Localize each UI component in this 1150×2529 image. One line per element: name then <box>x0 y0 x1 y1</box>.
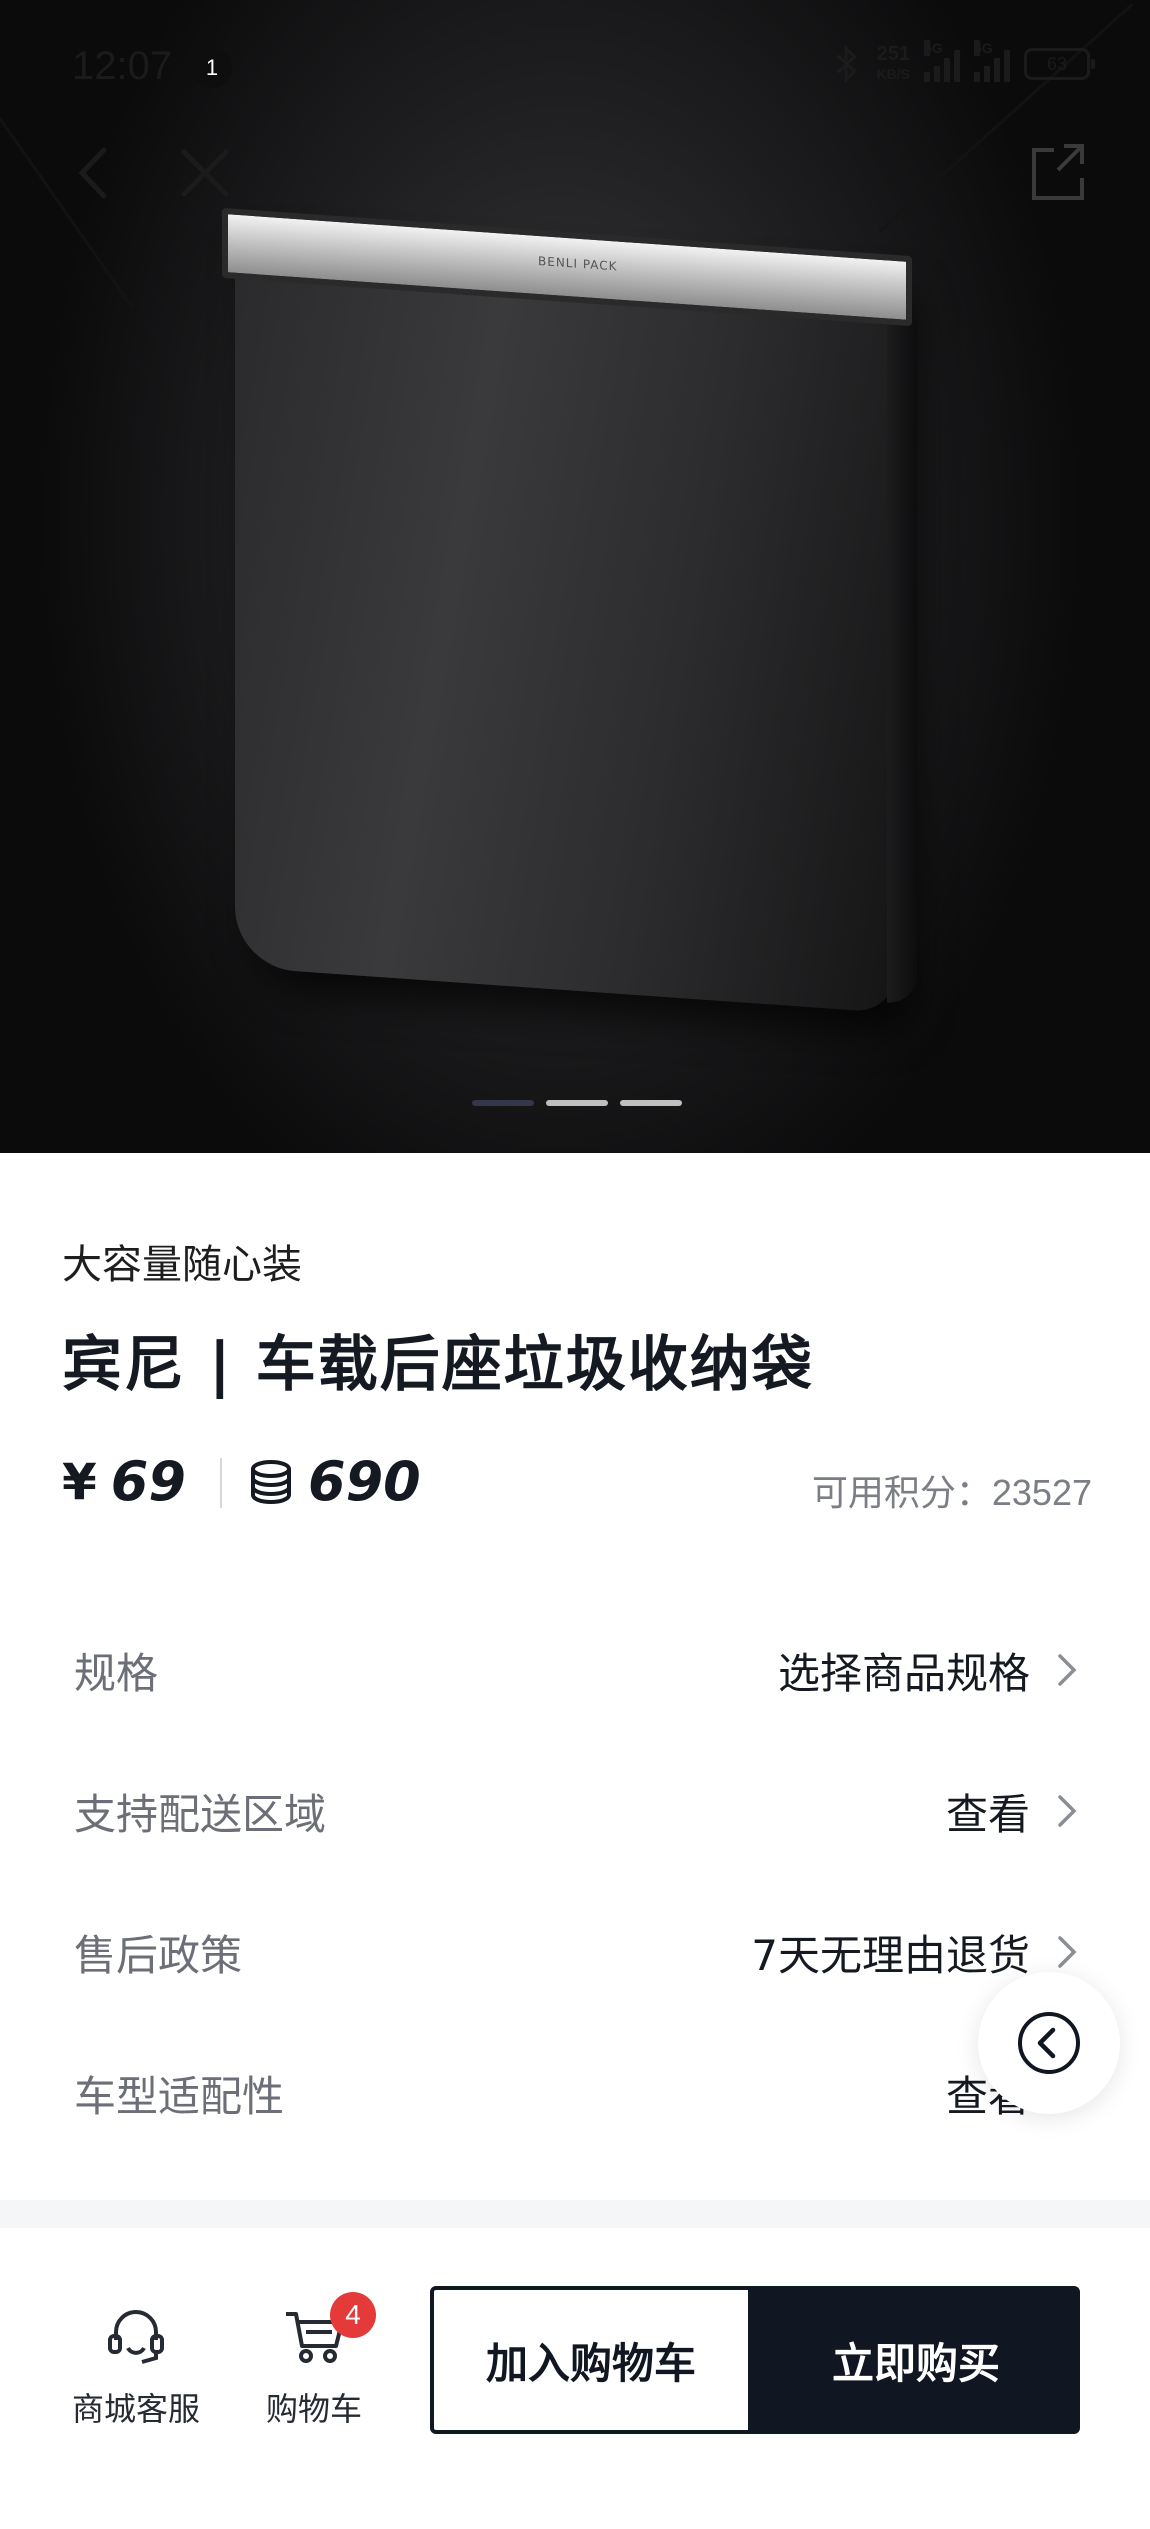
buy-now-button[interactable]: 立即购买 <box>752 2286 1080 2434</box>
carousel-indicator <box>472 1100 682 1106</box>
close-icon <box>181 149 229 197</box>
back-button[interactable] <box>60 138 130 208</box>
product-title: 宾尼 | 车载后座垃圾收纳袋 <box>62 1330 814 1400</box>
bluetooth-icon <box>835 44 857 84</box>
info-row-value: 7天无理由退货 <box>751 1931 1030 1980</box>
points-label: 可用积分： <box>811 1473 992 1514</box>
add-to-cart-button[interactable]: 加入购物车 <box>430 2286 752 2434</box>
coins-icon <box>251 1459 291 1504</box>
collapse-float-button[interactable] <box>978 1972 1120 2114</box>
info-row-label: 售后政策 <box>74 1931 243 1980</box>
product-info-list: 规格 选择商品规格 支持配送区域 查看 售后政策 7天无理由退货 车型适配性 查… <box>74 1600 1084 2164</box>
points-value: 23527 <box>991 1472 1092 1513</box>
battery-icon: 63 <box>1024 48 1095 80</box>
customer-service-button[interactable]: 商城客服 <box>56 2302 216 2430</box>
info-row-label: 车型适配性 <box>74 2072 285 2121</box>
coin-price-value: 690 <box>308 1450 421 1513</box>
available-points: 可用积分：23527 <box>812 1464 1092 1516</box>
signal-icon: 5G <box>974 40 1010 82</box>
chevron-right-icon <box>1058 1795 1077 1827</box>
status-time: 12:07 <box>72 44 173 88</box>
info-row-value: 查看 <box>945 1790 1030 1839</box>
section-divider <box>0 2200 1150 2228</box>
status-bar: 12:07 1 251 KB/S 5G 5G 63 <box>0 0 1150 130</box>
headset-icon <box>108 2310 164 2364</box>
chevron-left-circle-icon <box>1018 2012 1080 2074</box>
cart-label: 购物车 <box>265 2390 362 2428</box>
currency-symbol: ¥ <box>62 1452 97 1511</box>
chevron-left-icon <box>78 147 107 199</box>
carousel-dot[interactable] <box>546 1100 608 1106</box>
chevron-right-icon <box>1058 1654 1077 1686</box>
product-bag-image <box>235 226 895 1014</box>
customer-service-label: 商城客服 <box>71 2390 200 2428</box>
price: ¥ 69 <box>62 1450 186 1513</box>
share-icon <box>1032 144 1084 200</box>
cart-button[interactable]: 4 购物车 <box>234 2292 394 2430</box>
delivery-area-row[interactable]: 支持配送区域 查看 <box>74 1741 1084 1882</box>
brand-mark: BENLI PACK <box>538 253 618 274</box>
signal-icon: 5G <box>924 40 960 82</box>
share-button[interactable] <box>1018 132 1098 212</box>
status-icons: 251 KB/S 5G 5G 63 <box>829 40 1095 84</box>
notification-badge: 1 <box>192 48 232 88</box>
info-row-label: 规格 <box>74 1649 159 1698</box>
product-subtitle: 大容量随心装 <box>62 1242 302 1288</box>
carousel-dot[interactable] <box>472 1100 534 1106</box>
cart-count-badge: 4 <box>330 2292 376 2338</box>
price-row: ¥ 69 690 可用积分：23527 <box>62 1450 1092 1520</box>
carousel-dot[interactable] <box>620 1100 682 1106</box>
vehicle-compatibility-row[interactable]: 车型适配性 查看 <box>74 2023 1084 2164</box>
info-row-label: 支持配送区域 <box>74 1790 327 1839</box>
price-divider <box>220 1458 222 1508</box>
spec-row[interactable]: 规格 选择商品规格 <box>74 1600 1084 1741</box>
coin-price: 690 <box>248 1450 421 1513</box>
network-speed: 251 KB/S <box>876 43 910 82</box>
chevron-right-icon <box>1058 1936 1077 1968</box>
price-value: 69 <box>110 1450 186 1513</box>
info-row-value: 选择商品规格 <box>777 1649 1030 1698</box>
close-button[interactable] <box>170 138 240 208</box>
bottom-action-bar: 商城客服 4 购物车 加入购物车 立即购买 <box>0 2228 1150 2529</box>
after-sales-row[interactable]: 售后政策 7天无理由退货 <box>74 1882 1084 2023</box>
